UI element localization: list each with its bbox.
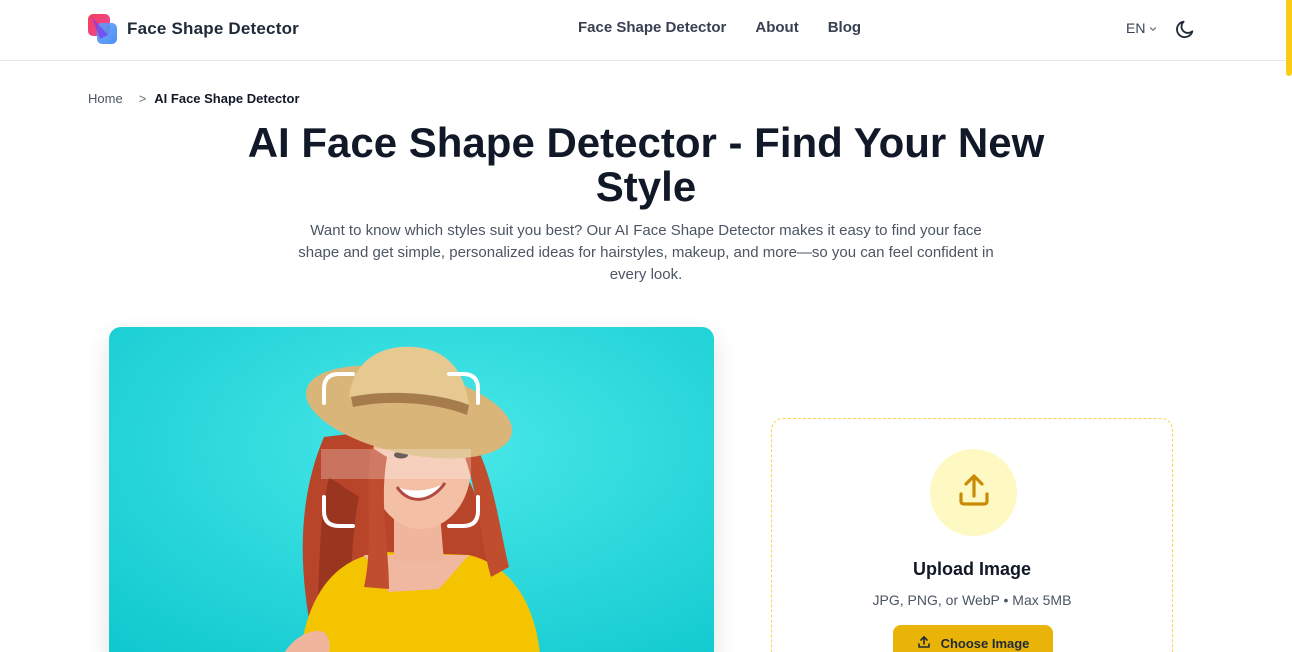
breadcrumb-current: AI Face Shape Detector bbox=[154, 91, 300, 106]
brand-logo-icon bbox=[88, 13, 118, 45]
site-header: Face Shape Detector Face Shape Detector … bbox=[0, 0, 1292, 61]
theme-toggle-button[interactable] bbox=[1174, 18, 1196, 40]
upload-icon bbox=[954, 470, 994, 515]
brand-link[interactable]: Face Shape Detector bbox=[88, 13, 299, 45]
choose-image-label: Choose Image bbox=[940, 635, 1030, 651]
breadcrumb-separator: > bbox=[138, 91, 147, 106]
upload-file-hint: JPG, PNG, or WebP • Max 5MB bbox=[872, 592, 1072, 608]
upload-icon-button[interactable] bbox=[930, 449, 1017, 536]
upload-small-icon bbox=[917, 635, 931, 652]
scrollbar-thumb[interactable] bbox=[1286, 0, 1292, 76]
upload-dropzone[interactable]: Upload Image JPG, PNG, or WebP • Max 5MB… bbox=[771, 418, 1173, 652]
breadcrumb-home-link[interactable]: Home bbox=[88, 91, 123, 106]
breadcrumb: Home > AI Face Shape Detector bbox=[88, 91, 300, 106]
main-nav: Face Shape Detector About Blog bbox=[578, 19, 861, 36]
nav-about[interactable]: About bbox=[755, 19, 798, 36]
language-label: EN bbox=[1126, 20, 1146, 36]
hero-description: Want to know which styles suit you best?… bbox=[298, 222, 994, 283]
brand-name: Face Shape Detector bbox=[127, 19, 299, 38]
choose-image-button[interactable]: Choose Image bbox=[893, 625, 1053, 652]
sample-face-photo bbox=[109, 327, 714, 652]
nav-face-shape-detector[interactable]: Face Shape Detector bbox=[578, 19, 726, 36]
page-title: AI Face Shape Detector - Find Your New S… bbox=[247, 119, 1045, 210]
moon-icon bbox=[1174, 20, 1196, 44]
chevron-down-icon bbox=[1149, 20, 1157, 36]
upload-title: Upload Image bbox=[912, 559, 1032, 579]
language-selector[interactable]: EN bbox=[1126, 20, 1157, 36]
nav-blog[interactable]: Blog bbox=[828, 19, 861, 36]
